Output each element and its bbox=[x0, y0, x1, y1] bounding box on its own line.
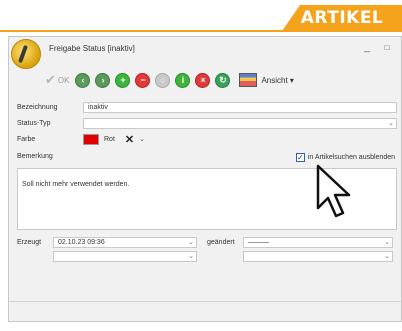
add-icon[interactable]: + bbox=[115, 72, 131, 88]
banner-rule bbox=[0, 30, 402, 32]
bezeichnung-label: Bezeichnung bbox=[17, 103, 58, 111]
chevron-down-icon: ⌄ bbox=[384, 252, 390, 260]
bezeichnung-row: Bezeichnung inaktiv bbox=[17, 101, 397, 113]
bezeichnung-input[interactable]: inaktiv bbox=[83, 101, 397, 113]
window-title: Freigabe Status [inaktiv] bbox=[49, 44, 135, 53]
statustyp-row: Status-Typ ⌄ bbox=[17, 117, 397, 129]
farbe-row: Farbe Rot ✕ ⌄ bbox=[17, 133, 397, 146]
hide-in-search-checkbox[interactable]: ✓ bbox=[295, 153, 305, 162]
ok-button[interactable]: ✔ OK bbox=[45, 72, 69, 88]
view-label: Ansicht ▾ bbox=[261, 75, 294, 85]
erzeugt-field[interactable]: 02.10.23 09:36 ⌄ bbox=[53, 236, 197, 248]
statustyp-dropdown[interactable]: ⌄ bbox=[83, 117, 397, 129]
screenshot-frame: ARTIKEL Freigabe Status [inaktiv] _ □ ✔ … bbox=[0, 0, 402, 331]
chevron-down-icon: ⌄ bbox=[188, 238, 194, 246]
chevron-down-icon: ⌄ bbox=[388, 119, 394, 127]
geaendert-user-field[interactable]: ⌄ bbox=[243, 250, 393, 262]
bemerkung-label: Bemerkung bbox=[17, 152, 53, 160]
nav-back-icon[interactable]: ‹ bbox=[75, 72, 91, 88]
hide-in-search-label: in Artikelsuchen ausblenden bbox=[307, 154, 395, 161]
maximize-button[interactable]: □ bbox=[379, 43, 395, 52]
erzeugt-value: 02.10.23 09:36 bbox=[58, 238, 105, 246]
erzeugt-row: Erzeugt 02.10.23 09:36 ⌄ geändert ——— ⌄ bbox=[17, 236, 397, 248]
footer-divider bbox=[9, 301, 401, 302]
erzeugt-user-field[interactable]: ⌄ bbox=[53, 250, 197, 262]
view-icon bbox=[239, 73, 258, 87]
geaendert-field[interactable]: ——— ⌄ bbox=[243, 236, 393, 248]
remove-icon[interactable]: − bbox=[135, 72, 151, 88]
ok-label: OK bbox=[57, 75, 70, 85]
erzeugt-label: Erzeugt bbox=[17, 238, 42, 246]
bemerkung-row: Bemerkung bbox=[17, 150, 217, 162]
refresh-icon[interactable]: ○ bbox=[155, 72, 171, 88]
nav-forward-icon[interactable]: › bbox=[95, 72, 111, 88]
erzeugt-sub-row: ⌄ ⌄ bbox=[17, 250, 397, 262]
chevron-down-icon: ⌄ bbox=[384, 238, 390, 246]
titlebar: Freigabe Status [inaktiv] _ □ bbox=[9, 37, 401, 69]
info-icon[interactable]: i bbox=[175, 72, 191, 88]
view-menu-button[interactable]: Ansicht ▾ bbox=[239, 73, 294, 87]
color-name: Rot bbox=[104, 135, 115, 143]
chevron-down-icon: ⌄ bbox=[188, 252, 194, 260]
minimize-button[interactable]: _ bbox=[359, 42, 375, 53]
app-logo-icon bbox=[11, 39, 41, 69]
geaendert-label: geändert bbox=[207, 238, 235, 246]
statustyp-label: Status-Typ bbox=[17, 119, 51, 127]
color-swatch[interactable] bbox=[83, 133, 99, 145]
farbe-label: Farbe bbox=[17, 135, 36, 143]
mouse-pointer-icon bbox=[316, 164, 351, 218]
confirm-icon[interactable]: ↻ bbox=[215, 72, 231, 88]
checkmark-icon: ✔ bbox=[45, 72, 56, 87]
geaendert-value: ——— bbox=[248, 238, 269, 246]
toolbar: ✔ OK ‹ › + − ○ i × ↻ Ansicht ▾ bbox=[45, 69, 294, 91]
artikel-banner: ARTIKEL bbox=[282, 5, 402, 31]
clear-color-icon[interactable]: ✕ bbox=[125, 133, 134, 146]
hide-in-search-option[interactable]: ✓ in Artikelsuchen ausblenden bbox=[295, 153, 395, 162]
delete-icon[interactable]: × bbox=[195, 72, 211, 88]
color-dropdown-icon[interactable]: ⌄ bbox=[139, 135, 145, 143]
